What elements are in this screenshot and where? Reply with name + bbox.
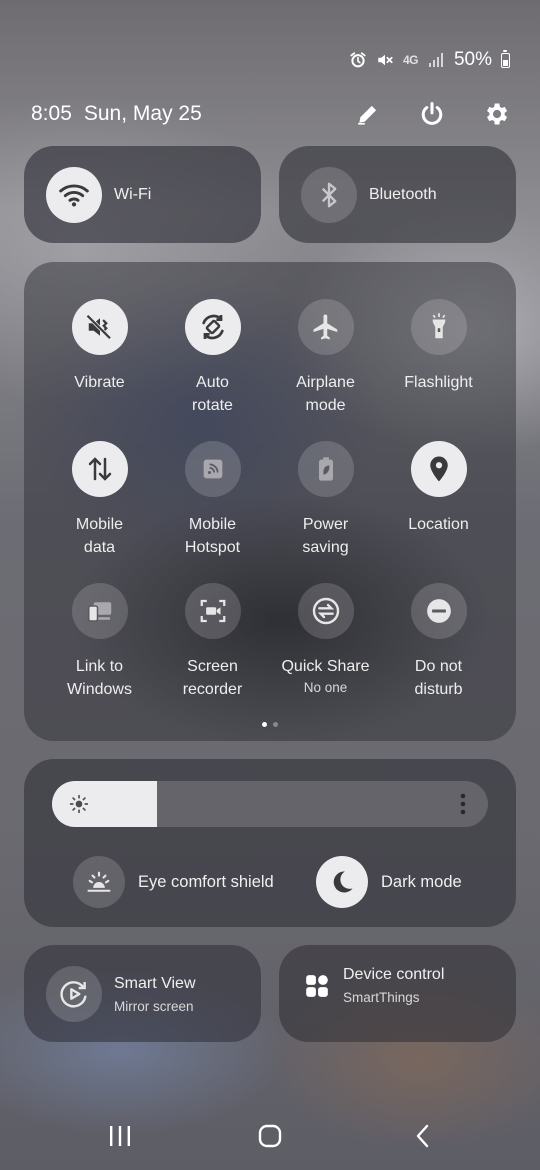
home-icon[interactable] — [250, 1118, 290, 1154]
qs-auto-rotate[interactable]: Auto rotate — [156, 299, 269, 417]
quick-share-icon[interactable] — [297, 583, 354, 639]
mobile-data-icon[interactable] — [71, 441, 128, 497]
qs-label-hotspot: Mobile Hotspot — [184, 516, 241, 556]
date[interactable]: Sun, May 25 — [84, 102, 202, 126]
qs-do-not-disturb[interactable]: Do not disturb — [382, 583, 495, 701]
qs-label-power-saving: Power saving — [302, 516, 349, 556]
smart-view-subtitle: Mirror screen — [114, 998, 194, 1014]
dark-mode-toggle[interactable]: Dark mode — [316, 856, 462, 908]
qs-label-vibrate: Vibrate — [74, 374, 125, 391]
quick-settings-grid: Vibrate Auto rotate Airplane mode Flashlig… — [24, 262, 516, 741]
bluetooth-tile[interactable]: Bluetooth — [279, 146, 516, 243]
power-saving-icon[interactable] — [297, 441, 354, 497]
more-options-icon[interactable] — [460, 793, 466, 815]
mute-icon — [376, 51, 394, 69]
link-to-windows-icon[interactable] — [71, 583, 128, 639]
edit-icon[interactable] — [354, 100, 382, 128]
page-dot-2[interactable] — [273, 722, 278, 727]
wifi-label: Wi-Fi — [114, 186, 152, 203]
vibrate-icon[interactable] — [71, 299, 128, 355]
eye-comfort-label: Eye comfort shield — [138, 872, 274, 891]
hotspot-icon[interactable] — [184, 441, 241, 497]
eye-comfort-icon[interactable] — [73, 856, 125, 908]
bluetooth-icon[interactable] — [301, 167, 357, 223]
qs-flashlight[interactable]: Flashlight — [382, 299, 495, 394]
qs-label-mobile-data: Mobile data — [75, 516, 124, 556]
eye-comfort-toggle[interactable]: Eye comfort shield — [73, 856, 274, 908]
qs-label-flashlight: Flashlight — [404, 374, 473, 391]
qs-screen-recorder[interactable]: Screen recorder — [156, 583, 269, 701]
moon-icon[interactable] — [316, 856, 368, 908]
smart-view-tile[interactable]: Smart View Mirror screen — [24, 945, 261, 1042]
smart-view-icon[interactable] — [46, 966, 102, 1022]
signal-icon — [427, 51, 445, 69]
wifi-icon[interactable] — [46, 167, 102, 223]
brightness-fill — [52, 781, 157, 827]
airplane-icon[interactable] — [297, 299, 354, 355]
wifi-tile[interactable]: Wi-Fi — [24, 146, 261, 243]
screen-recorder-icon[interactable] — [184, 583, 241, 639]
location-icon[interactable] — [410, 441, 467, 497]
qs-mobile-data[interactable]: Mobile data — [43, 441, 156, 559]
battery-icon — [501, 49, 510, 68]
qs-label-do-not-disturb: Do not disturb — [414, 658, 463, 698]
page-dot-1[interactable] — [262, 722, 267, 727]
qs-label-link-to-windows: Link to Windows — [67, 658, 132, 698]
device-control-tile[interactable]: Device control SmartThings — [279, 945, 516, 1042]
qs-label-auto-rotate: Auto rotate — [192, 374, 233, 414]
bluetooth-label: Bluetooth — [369, 186, 437, 203]
qs-hotspot[interactable]: Mobile Hotspot — [156, 441, 269, 559]
status-bar: 4G 50% — [349, 46, 510, 74]
alarm-icon — [349, 51, 367, 69]
qs-link-to-windows[interactable]: Link to Windows — [43, 583, 156, 701]
brightness-slider[interactable] — [52, 781, 488, 827]
navigation-bar — [0, 1100, 540, 1170]
battery-percent: 50% — [453, 49, 492, 70]
qs-label-quick-share: Quick Share — [281, 658, 370, 675]
flashlight-icon[interactable] — [410, 299, 467, 355]
qs-location[interactable]: Location — [382, 441, 495, 536]
smart-view-title: Smart View — [114, 974, 196, 992]
qs-power-saving[interactable]: Power saving — [269, 441, 382, 559]
qs-label-screen-recorder: Screen recorder — [182, 658, 243, 698]
qs-sub-quick-share: No one — [303, 680, 348, 695]
header: 8:05 Sun, May 25 — [31, 95, 510, 133]
network-4g-icon: 4G — [402, 53, 419, 67]
do-not-disturb-icon[interactable] — [410, 583, 467, 639]
dark-mode-label: Dark mode — [381, 872, 462, 891]
back-icon[interactable] — [403, 1118, 443, 1154]
device-control-subtitle: SmartThings — [343, 990, 420, 1005]
device-control-title: Device control — [343, 966, 445, 983]
qs-label-airplane: Airplane mode — [296, 374, 355, 414]
qs-vibrate[interactable]: Vibrate — [43, 299, 156, 394]
clock[interactable]: 8:05 — [31, 102, 72, 126]
settings-icon[interactable] — [482, 100, 510, 128]
power-icon[interactable] — [418, 100, 446, 128]
qs-quick-share[interactable]: Quick Share No one — [269, 583, 382, 695]
qs-label-location: Location — [408, 516, 469, 533]
qs-airplane[interactable]: Airplane mode — [269, 299, 382, 417]
recents-icon[interactable] — [100, 1118, 140, 1154]
auto-rotate-icon[interactable] — [184, 299, 241, 355]
brightness-panel: Eye comfort shield Dark mode — [24, 759, 516, 927]
device-control-icon[interactable] — [303, 972, 331, 1000]
brightness-sun-icon — [69, 794, 89, 814]
page-indicator — [24, 722, 516, 727]
